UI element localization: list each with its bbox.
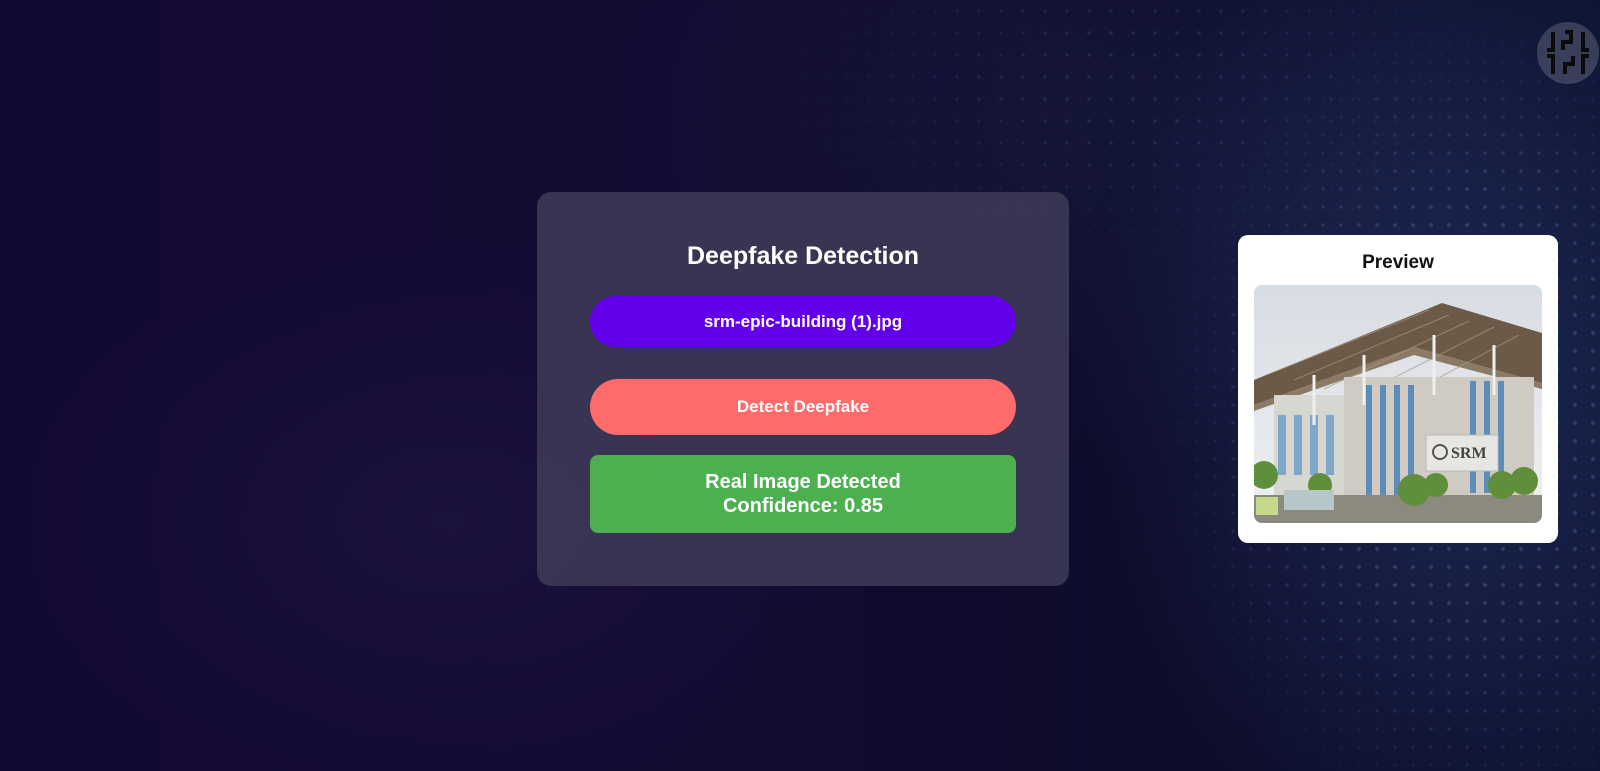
result-confidence: Confidence: 0.85 (722, 495, 884, 517)
file-select-button[interactable]: srm-epic-building (1).jpg (590, 296, 1016, 347)
detection-card: Deepfake Detection srm-epic-building (1)… (537, 192, 1069, 586)
card-title: Deepfake Detection (686, 242, 920, 270)
preview-title: Preview (1362, 252, 1434, 273)
detect-deepfake-button[interactable]: Detect Deepfake (590, 379, 1016, 435)
preview-sign-text: SRM (1451, 445, 1487, 462)
result-status: Real Image Detected (705, 471, 901, 493)
preview-image: SRM (1254, 285, 1542, 523)
app-logo-icon[interactable] (1537, 22, 1599, 84)
result-box: Real Image Detected Confidence: 0.85 (590, 455, 1016, 533)
preview-panel: Preview SRM (1238, 235, 1558, 543)
